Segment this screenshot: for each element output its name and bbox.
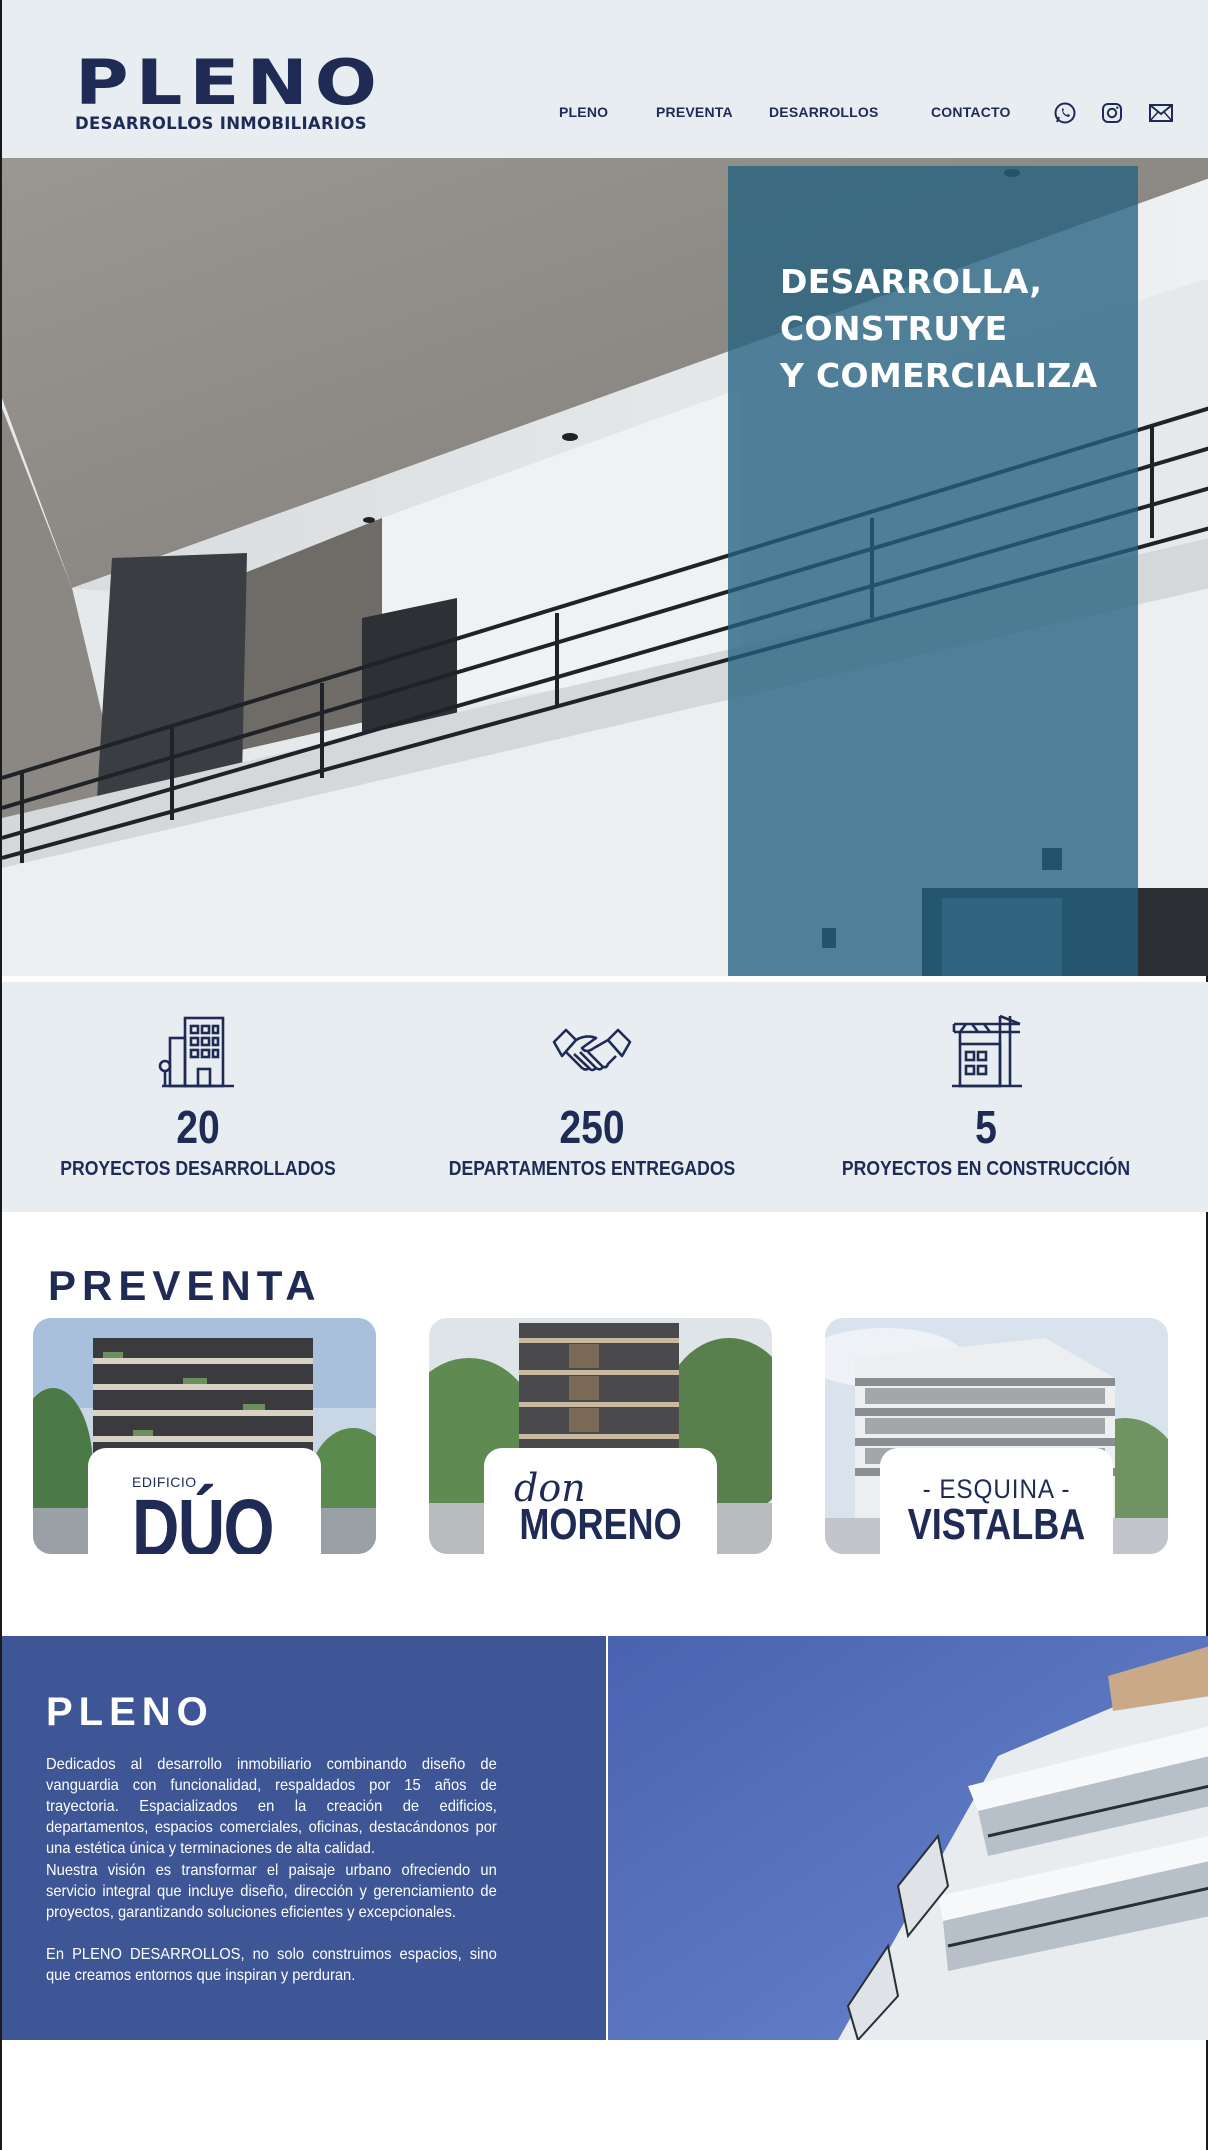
whatsapp-icon[interactable]	[1052, 100, 1078, 126]
card-esquina-vistalba[interactable]: - ESQUINA - VISTALBA	[825, 1318, 1168, 1554]
hero-line-1: DESARROLLA,	[780, 262, 1043, 301]
card-edificio-duo[interactable]: EDIFICIO DÚO	[33, 1318, 376, 1554]
stat-projects-construction: 5 PROYECTOS EN CONSTRUCCIÓN	[796, 1014, 1176, 1181]
instagram-icon[interactable]	[1099, 100, 1125, 126]
nav-item-desarrollos[interactable]: DESARROLLOS	[769, 104, 879, 120]
logo[interactable]: PLENO DESARROLLOS INMOBILIARIOS	[75, 52, 377, 134]
stat-projects-developed: 20 PROYECTOS DESARROLLADOS	[8, 1014, 388, 1181]
handshake-icon	[552, 1028, 632, 1072]
stats-section: 20 PROYECTOS DESARROLLADOS 250 DEPARTAME…	[2, 982, 1208, 1212]
mail-icon[interactable]	[1148, 100, 1174, 126]
hero-section: DESARROLLA, CONSTRUYE Y COMERCIALIZA	[2, 158, 1208, 976]
vistalba-logo-label: - ESQUINA - VISTALBA	[880, 1448, 1113, 1554]
preventa-heading: PREVENTA	[48, 1262, 322, 1309]
logo-wordmark: PLENO	[75, 46, 385, 119]
stat-value: 5	[975, 1101, 997, 1153]
about-paragraph-1: Dedicados al desarrollo inmobiliario com…	[46, 1756, 497, 1857]
nav-item-preventa[interactable]: PREVENTA	[656, 104, 733, 120]
duo-logo-label: EDIFICIO DÚO	[88, 1448, 321, 1554]
moreno-logo-big: MORENO	[519, 1500, 682, 1549]
hero-line-3: Y COMERCIALIZA	[780, 356, 1098, 395]
stat-value: 20	[176, 1101, 220, 1153]
duo-logo-big: DÚO	[132, 1483, 275, 1555]
about-section: PLENO Dedicados al desarrollo inmobiliar…	[2, 1636, 606, 2040]
hero-title: DESARROLLA, CONSTRUYE Y COMERCIALIZA	[780, 258, 1120, 399]
stat-label: PROYECTOS EN CONSTRUCCIÓN	[841, 1158, 1131, 1180]
buildings-icon	[158, 1016, 234, 1088]
crane-building-icon	[952, 1014, 1022, 1088]
card-don-moreno[interactable]: don MORENO	[429, 1318, 772, 1554]
hero-line-2: CONSTRUYE	[780, 309, 1008, 348]
about-paragraph-3: En PLENO DESARROLLOS, no solo construimo…	[46, 1946, 497, 1984]
stat-label: DEPARTAMENTOS ENTREGADOS	[448, 1158, 736, 1180]
stat-value: 250	[559, 1101, 625, 1153]
site-header: PLENO DESARROLLOS INMOBILIARIOS PLENO PR…	[2, 0, 1208, 158]
about-building-photo	[608, 1636, 1208, 2040]
vistalba-logo-big: VISTALBA	[907, 1500, 1086, 1549]
moreno-logo-label: don MORENO	[484, 1448, 717, 1554]
about-heading: PLENO	[46, 1690, 214, 1734]
nav-item-pleno[interactable]: PLENO	[559, 104, 608, 120]
stat-label: PROYECTOS DESARROLLADOS	[60, 1158, 336, 1180]
about-paragraph-2: Nuestra visión es transformar el paisaje…	[46, 1862, 497, 1921]
nav-item-contacto[interactable]: CONTACTO	[931, 104, 1011, 120]
stat-apartments-delivered: 250 DEPARTAMENTOS ENTREGADOS	[402, 1014, 782, 1181]
